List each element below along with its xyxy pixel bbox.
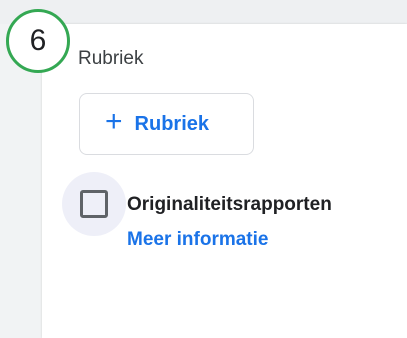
section-title: Rubriek [78,48,144,69]
page: 6 Rubriek + Rubriek Originaliteitsrappor… [0,0,407,338]
add-rubric-button[interactable]: + Rubriek [79,93,254,155]
originality-reports-checkbox[interactable] [80,190,108,218]
learn-more-link[interactable]: Meer informatie [127,229,268,251]
add-rubric-label: Rubriek [134,112,209,135]
originality-reports-label: Originaliteitsrapporten [127,194,332,215]
step-number: 6 [29,24,47,57]
plus-icon: + [105,105,123,138]
step-number-badge: 6 [6,9,70,73]
